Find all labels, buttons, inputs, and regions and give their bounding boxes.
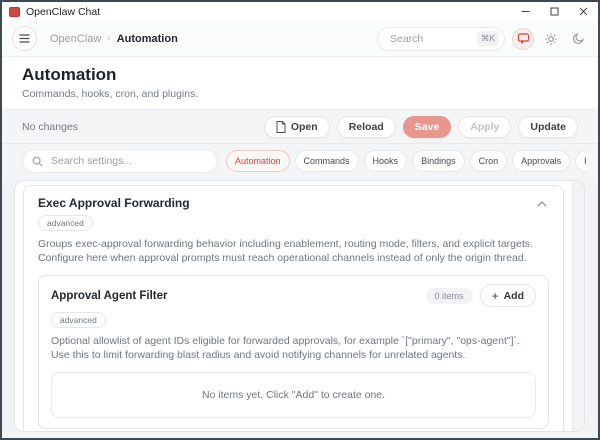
advanced-badge: advanced: [51, 312, 106, 329]
chevron-up-icon: [537, 201, 547, 207]
hamburger-menu-button[interactable]: [12, 26, 37, 51]
moon-icon: [572, 33, 584, 44]
open-button[interactable]: Open: [263, 115, 330, 138]
breadcrumb: OpenClaw › Automation: [50, 33, 178, 45]
app-window: OpenClaw Chat OpenClaw › Automation ⌘: [0, 0, 600, 440]
add-item-button[interactable]: + Add: [479, 284, 536, 308]
settings-search-input[interactable]: [49, 154, 209, 168]
chat-bubble-icon: [517, 33, 529, 45]
filter-bar: Automation Commands Hooks Bindings Cron …: [2, 144, 598, 178]
toolbar-buttons: Open Reload Save Apply Update: [263, 115, 578, 138]
search-shortcut-badge: ⌘K: [476, 31, 499, 46]
magnifier-icon: [32, 156, 43, 166]
tab-hooks[interactable]: Hooks: [363, 150, 408, 172]
document-icon: [276, 120, 286, 133]
breadcrumb-current: Automation: [116, 32, 178, 45]
tab-bindings[interactable]: Bindings: [412, 150, 465, 172]
breadcrumb-parent[interactable]: OpenClaw: [50, 33, 101, 45]
chat-toggle-button[interactable]: [512, 27, 534, 50]
actions-toolbar: No changes Open Reload Save Apply Update: [2, 110, 598, 144]
global-search-input[interactable]: [388, 31, 477, 46]
appbar: OpenClaw › Automation ⌘K: [2, 21, 598, 57]
empty-state-message: No items yet. Click "Add" to create one.: [201, 388, 386, 401]
page-header: Automation Commands, hooks, cron, and pl…: [2, 57, 598, 110]
reload-button[interactable]: Reload: [336, 115, 396, 138]
appbar-actions: ⌘K: [377, 26, 588, 51]
changes-status: No changes: [22, 120, 79, 133]
update-button[interactable]: Update: [518, 115, 578, 138]
tab-commands[interactable]: Commands: [294, 150, 359, 172]
empty-state: No items yet. Click "Add" to create one.: [51, 371, 536, 418]
exec-card-description: Groups exec-approval forwarding behavior…: [38, 238, 533, 264]
settings-panel: Exec Approval Forwarding advanced Groups…: [14, 180, 585, 432]
add-button-label: Add: [503, 289, 524, 302]
settings-scroll-area: Exec Approval Forwarding advanced Groups…: [15, 181, 572, 431]
app-logo-icon: [9, 6, 20, 17]
exec-approval-forwarding-card: Exec Approval Forwarding advanced Groups…: [23, 185, 564, 431]
scrollbar-track[interactable]: [572, 181, 584, 431]
exec-card-title: Exec Approval Forwarding: [38, 195, 190, 210]
settings-search[interactable]: [22, 149, 218, 173]
tab-cron[interactable]: Cron: [469, 150, 508, 172]
collapse-section-button[interactable]: [535, 195, 549, 210]
approval-agent-filter-card: Approval Agent Filter 0 items + Add adva…: [38, 275, 549, 429]
sun-icon: [545, 32, 557, 45]
hamburger-icon: [19, 34, 30, 43]
tab-approvals[interactable]: Approvals: [512, 150, 571, 172]
dark-theme-button[interactable]: [568, 29, 588, 49]
global-search[interactable]: ⌘K: [377, 26, 505, 51]
save-button[interactable]: Save: [402, 115, 452, 138]
window-controls: [511, 2, 598, 21]
tab-automation[interactable]: Automation: [226, 150, 290, 172]
agent-filter-title: Approval Agent Filter: [51, 289, 168, 302]
category-tabs: Automation Commands Hooks Bindings Cron …: [226, 150, 586, 172]
agent-filter-actions: 0 items + Add: [425, 284, 536, 308]
plus-icon: +: [491, 288, 499, 303]
advanced-badge: advanced: [38, 215, 93, 231]
breadcrumb-separator-icon: ›: [107, 33, 111, 44]
open-button-label: Open: [290, 120, 318, 133]
agent-filter-description: Optional allowlist of agent IDs eligible…: [51, 335, 520, 361]
window-title: OpenClaw Chat: [26, 5, 101, 18]
settings-content: Exec Approval Forwarding advanced Groups…: [2, 178, 598, 438]
exec-card-header: Exec Approval Forwarding: [38, 195, 549, 210]
page-subtitle: Commands, hooks, cron, and plugins.: [22, 88, 199, 100]
close-button[interactable]: [569, 2, 598, 21]
items-count-badge: 0 items: [425, 287, 473, 304]
page-title: Automation: [22, 65, 117, 84]
apply-button[interactable]: Apply: [458, 115, 512, 138]
agent-filter-header: Approval Agent Filter 0 items + Add: [51, 284, 536, 308]
tab-plugins[interactable]: Plugins: [575, 150, 586, 172]
light-theme-button[interactable]: [541, 29, 561, 49]
maximize-button[interactable]: [540, 2, 569, 21]
minimize-button[interactable]: [511, 2, 540, 21]
titlebar: OpenClaw Chat: [2, 2, 598, 21]
